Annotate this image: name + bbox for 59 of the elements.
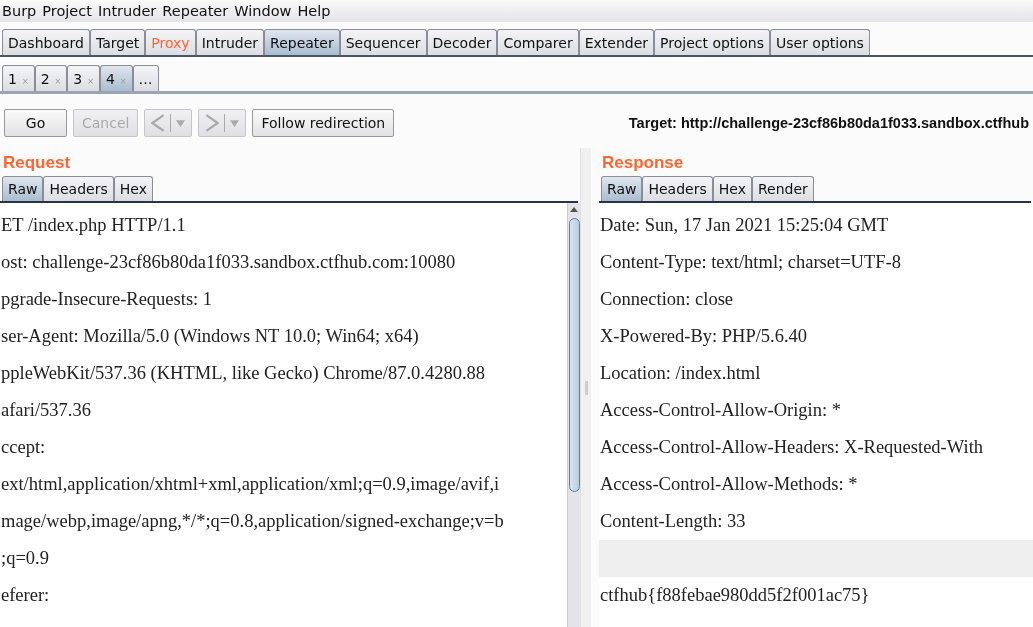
response-line: ctfhub{f88febae980dd5f2f001ac75} [599, 584, 871, 607]
request-line: ET /index.php HTTP/1.1 [0, 214, 187, 237]
request-tab[interactable]: … [132, 65, 159, 91]
request-line: ccept: [0, 436, 47, 459]
main-tab[interactable]: Project options [654, 29, 770, 55]
request-line: ser-Agent: Mozilla/5.0 (Windows NT 10.0; Win64; x64) [0, 325, 420, 348]
request-title: Request [2, 152, 72, 174]
request-tab[interactable]: 2 × [34, 65, 68, 91]
request-line: ppleWebKit/537.36 (KHTML, like Gecko) Chrome/87.0.4280.88 [0, 362, 487, 385]
main-tab[interactable]: Extender [578, 29, 655, 55]
response-line: Access-Control-Allow-Headers: X-Requested-With [599, 436, 985, 459]
main-tab[interactable]: Dashboard [2, 29, 90, 55]
main-tab[interactable]: User options [770, 29, 870, 55]
response-title: Response [601, 152, 685, 174]
menu-item[interactable]: Burp [2, 3, 37, 19]
response-line: Connection: close [599, 288, 735, 311]
main-tab[interactable]: Repeater [264, 29, 340, 55]
chevron-left-icon [151, 114, 166, 132]
chevron-right-icon [205, 114, 220, 132]
request-line: ost: challenge-23cf86b80da1f033.sandbox.ctfhub.com:10080 [0, 251, 457, 274]
follow-redirection-button[interactable]: Follow redirection [252, 109, 395, 137]
view-tab[interactable]: Raw [601, 176, 643, 201]
response-line: X-Powered-By: PHP/5.6.40 [599, 325, 809, 348]
scrollbar[interactable] [567, 203, 580, 627]
view-tab[interactable]: Hex [712, 176, 752, 201]
main-tab[interactable]: Target [89, 29, 146, 55]
request-line: mage/webp,image/apng,*/*;q=0.8,application/signed-exchange;v=b [0, 510, 505, 533]
request-tab[interactable]: 1 × [2, 65, 35, 91]
view-tab[interactable]: Headers [642, 176, 713, 201]
response-line: Content-Type: text/html; charset=UTF-8 [599, 251, 902, 274]
request-tab[interactable]: 3 × [67, 65, 100, 91]
menu-item[interactable]: Project [42, 3, 92, 19]
response-line: Content-Length: 33 [599, 510, 747, 533]
view-tab[interactable]: Render [751, 176, 814, 201]
menu-item[interactable]: Intruder [97, 3, 157, 19]
target-url: Target: http://challenge-23cf86b80da1f033.sandbox.ctfhub [627, 115, 1029, 131]
view-tab[interactable]: Hex [113, 176, 153, 201]
menu-item[interactable]: Window [234, 3, 292, 19]
response-line: Location: /index.html [599, 362, 762, 385]
request-line: ;q=0.9 [0, 547, 50, 570]
view-tab[interactable]: Raw [2, 176, 44, 201]
menu-item[interactable]: Repeater [162, 3, 229, 19]
request-line: pgrade-Insecure-Requests: 1 [0, 288, 214, 311]
request-line: ext/html,application/xhtml+xml,application/xml;q=0.9,image/avif,i [0, 473, 501, 496]
caret-icon [176, 119, 186, 127]
main-tab[interactable]: Intruder [195, 29, 265, 55]
request-line: afari/537.36 [0, 399, 92, 422]
caret-icon [230, 119, 240, 127]
view-tab[interactable]: Headers [43, 176, 114, 201]
main-tab[interactable]: Decoder [426, 29, 498, 55]
go-button[interactable]: Go [4, 109, 67, 137]
menu-item[interactable]: Help [297, 3, 331, 19]
main-tab[interactable]: Sequencer [339, 29, 427, 55]
response-line: Access-Control-Allow-Methods: * [599, 473, 859, 496]
request-tab[interactable]: 4 × [99, 65, 133, 91]
response-line: Date: Sun, 17 Jan 2021 15:25:04 GMT [599, 214, 890, 237]
request-line: eferer: [0, 584, 51, 607]
response-line: Access-Control-Allow-Origin: * [599, 399, 842, 422]
main-tab[interactable]: Comparer [497, 29, 579, 55]
